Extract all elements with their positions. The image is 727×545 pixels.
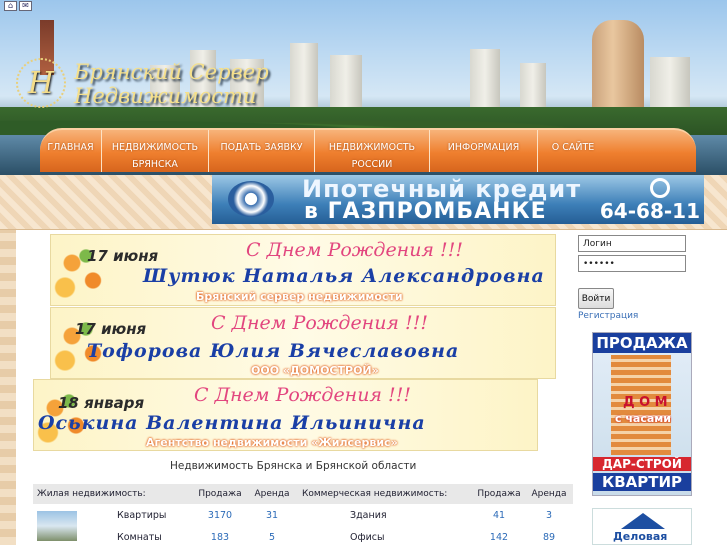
birthday-date: 17 июня [75, 320, 147, 338]
ad-sale-line3: ДАР-СТРОЙ [593, 457, 691, 471]
main-nav: ГЛАВНАЯ НЕДВИЖИМОСТЬ БРЯНСКА ПОДАТЬ ЗАЯВК… [40, 128, 696, 172]
register-link[interactable]: Регистрация [578, 311, 638, 321]
birthday-name: Оськина Валентина Ильинична [38, 412, 426, 434]
col-header-sale: Продажа [194, 484, 246, 504]
site-title-line1: Брянский Сервер [74, 60, 269, 84]
building-thumbnail[interactable] [37, 511, 77, 541]
nav-item-submit-request[interactable]: ПОДАТЬ ЗАЯВКУ [209, 130, 315, 172]
flowers-image [51, 235, 121, 305]
commercial-rent-count[interactable]: 3 [525, 504, 573, 526]
birthday-greeting: С Днем Рождения !!! [194, 384, 411, 406]
birthday-name: Шутюк Наталья Александровна [143, 265, 545, 287]
residential-sale-count[interactable]: 183 [194, 526, 246, 545]
residential-type-link[interactable]: Квартиры [113, 504, 194, 526]
left-border-pattern [0, 230, 16, 545]
col-header-rent: Аренда [525, 484, 573, 504]
house-roof-icon [621, 513, 665, 529]
birthday-greeting: С Днем Рождения !!! [246, 239, 463, 261]
table-header-row: Жилая недвижимость: Продажа Аренда Комме… [33, 484, 573, 504]
birthday-banner[interactable]: 18 января С Днем Рождения !!! Оськина Ва… [33, 379, 538, 451]
ad-sale-line1: Д О М [623, 395, 668, 410]
table-row: Квартиры 3170 31 Здания 41 3 [33, 504, 573, 541]
nav-item-information[interactable]: ИНФОРМАЦИЯ [430, 130, 538, 172]
commercial-sale-count[interactable]: 142 [473, 526, 525, 545]
phone-handset-icon [650, 178, 670, 198]
login-input[interactable] [578, 235, 686, 252]
residential-sale-count[interactable]: 3170 [194, 504, 246, 526]
realty-table: Жилая недвижимость: Продажа Аренда Комме… [33, 484, 573, 545]
nav-item-home[interactable]: ГЛАВНАЯ [40, 130, 102, 172]
password-input[interactable] [578, 255, 686, 272]
col-header-commercial: Коммерческая недвижимость: [298, 484, 473, 504]
residential-rent-count[interactable]: 31 [246, 504, 298, 526]
site-logo-emblem[interactable]: Н [16, 58, 66, 108]
login-button[interactable]: Войти [578, 288, 614, 309]
col-header-residential: Жилая недвижимость: [33, 484, 194, 504]
ad-business-label: Деловая [613, 530, 668, 543]
col-header-sale: Продажа [473, 484, 525, 504]
gazprombank-banner[interactable]: Ипотечный кредит в ГАЗПРОМБАНКЕ 64-68-11 [212, 175, 704, 224]
top-icons: ⌂ ✉ [4, 1, 32, 11]
birthday-date: 18 января [58, 394, 145, 412]
sale-ad-banner[interactable]: ПРОДАЖА Д О М с часами ДАР-СТРОЙ КВАРТИР [592, 332, 692, 496]
birthday-date: 17 июня [87, 247, 159, 265]
nav-item-about[interactable]: О САЙТЕ [538, 130, 608, 172]
mail-icon[interactable]: ✉ [19, 1, 32, 11]
birthday-org: ООО «ДОМОСТРОЙ» [251, 364, 379, 377]
col-header-rent: Аренда [246, 484, 298, 504]
birthday-org: Агентство недвижимости «Жилсервис» [146, 436, 398, 449]
commercial-rent-count[interactable]: 89 [525, 526, 573, 545]
commercial-sale-count[interactable]: 41 [473, 504, 525, 526]
birthday-banner[interactable]: 17 июня С Днем Рождения !!! Тофорова Юли… [50, 307, 556, 379]
home-icon[interactable]: ⌂ [4, 1, 17, 11]
banner-line2: в ГАЗПРОМБАНКЕ [304, 199, 547, 224]
site-logo-text[interactable]: Брянский Сервер Недвижимости [74, 60, 269, 108]
nav-item-bryansk-realty[interactable]: НЕДВИЖИМОСТЬ БРЯНСКА [102, 130, 209, 172]
birthday-org: Брянский сервер недвижимости [196, 290, 403, 303]
commercial-type-link[interactable]: Офисы [298, 526, 473, 545]
section-title: Недвижимость Брянска и Брянской области [170, 460, 417, 472]
ad-sale-line2: с часами [615, 412, 671, 425]
commercial-type-link[interactable]: Здания [298, 504, 473, 526]
nav-item-russia-realty[interactable]: НЕДВИЖИМОСТЬ РОССИИ [315, 130, 430, 172]
birthday-name: Тофорова Юлия Вячеславовна [87, 340, 460, 362]
residential-type-link[interactable]: Комнаты [113, 526, 194, 545]
residential-rent-count[interactable]: 5 [246, 526, 298, 545]
gazprombank-logo-icon [228, 181, 274, 217]
ad-sale-title: ПРОДАЖА [593, 333, 691, 353]
ad-sale-line4: КВАРТИР [593, 473, 691, 491]
business-ad-banner[interactable]: Деловая [592, 508, 692, 545]
birthday-greeting: С Днем Рождения !!! [211, 312, 428, 334]
birthday-banner[interactable]: 17 июня С Днем Рождения !!! Шутюк Наталь… [50, 234, 556, 306]
banner-phone: 64-68-11 [599, 199, 700, 223]
site-title-line2: Недвижимости [74, 84, 257, 108]
table-row: Комнаты 183 5 Офисы 142 89 [33, 526, 573, 545]
